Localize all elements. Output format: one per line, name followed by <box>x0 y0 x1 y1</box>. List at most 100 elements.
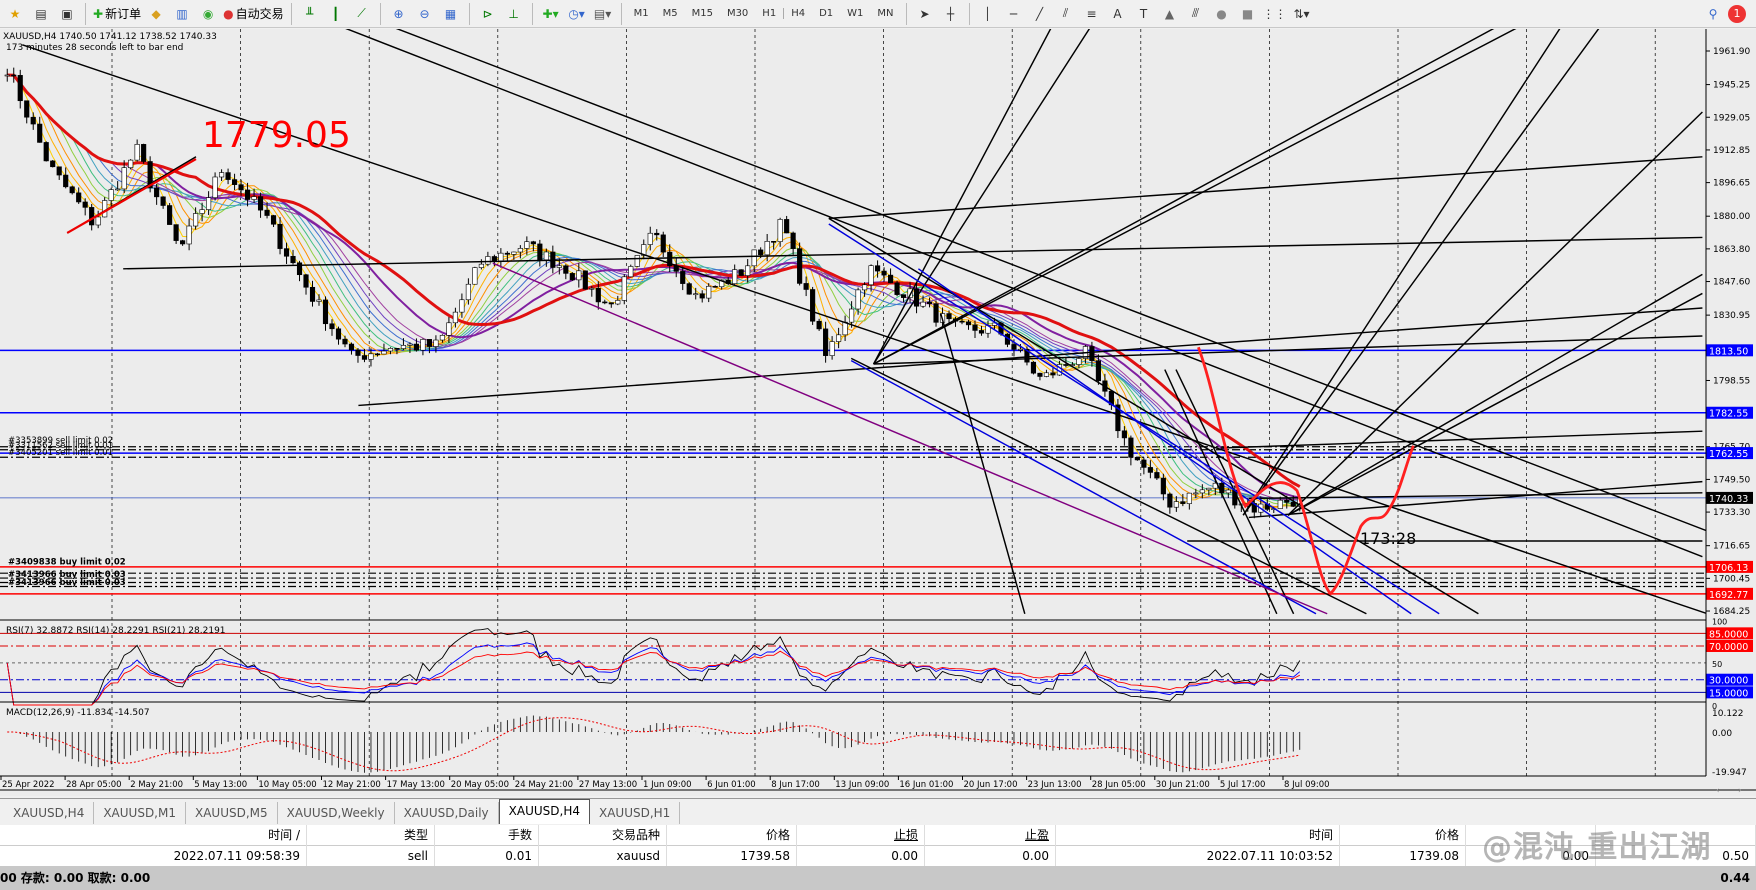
trendline[interactable] <box>828 156 1703 220</box>
price-annotation[interactable]: 1779.05 <box>202 115 351 156</box>
forecast-curve[interactable] <box>1197 346 1415 596</box>
candle <box>290 255 296 264</box>
header-current-price[interactable]: 价格 <box>1340 825 1466 846</box>
arrows-icon[interactable]: ⇅▾ <box>1291 3 1313 25</box>
candle <box>771 241 777 243</box>
chart-shift-icon[interactable]: ⊥ <box>503 3 525 25</box>
candle <box>244 189 251 200</box>
chart-canvas[interactable]: 1779.05 173:28 #3353899 sell limit 0.02#… <box>0 29 1756 796</box>
candles <box>4 67 1303 519</box>
tab-xauusd-h4[interactable]: XAUUSD,H4 <box>4 802 95 824</box>
header-type[interactable]: 类型 <box>307 825 435 846</box>
tile-windows-icon[interactable]: ▦ <box>440 3 462 25</box>
horizontal-line-icon[interactable]: ─ <box>1003 3 1025 25</box>
candle <box>420 339 426 351</box>
trendline[interactable] <box>336 29 1703 558</box>
header-symbol[interactable]: 交易品种 <box>539 825 667 846</box>
zoom-out-icon[interactable]: ⊖ <box>414 3 436 25</box>
toolbar: ★ ▤ ▣ ✚ 新订单 ◆ ▥ ◉ ● 自动交易 ╨ ┃ ⟋ ⊕ ⊖ ▦ ⊳ ⊥ ✚… <box>0 0 1756 28</box>
rectangle-icon[interactable]: ■ <box>1237 3 1259 25</box>
auto-trading-button[interactable]: ● 自动交易 <box>223 3 284 25</box>
navigator-icon[interactable]: ▤ <box>30 3 52 25</box>
trendline[interactable] <box>828 217 1479 615</box>
trendline[interactable] <box>1287 292 1703 516</box>
price-tag-label: 1813.50 <box>1709 346 1748 357</box>
tab-xauusd-m1[interactable]: XAUUSD,M1 <box>94 802 186 824</box>
scroll-left-icon[interactable]: ‹ <box>1716 786 1720 796</box>
indicators-icon[interactable]: ✚▾ <box>540 3 562 25</box>
templates-icon[interactable]: ▤▾ <box>592 3 614 25</box>
header-stop-loss[interactable]: 止损 <box>797 825 925 846</box>
order-label[interactable]: #3409838 buy limit 0.02 <box>8 558 126 568</box>
trendline[interactable] <box>873 29 1524 365</box>
scroll-right-icon[interactable]: › <box>1738 786 1742 796</box>
tab-xauusd-h1[interactable]: XAUUSD,H1 <box>590 802 681 824</box>
price-tick-label: 1716.65 <box>1713 542 1750 552</box>
autoscroll-icon[interactable]: ⊳ <box>477 3 499 25</box>
metaeditor-icon[interactable]: ◆ <box>145 3 167 25</box>
timeframe-m5[interactable]: M5 <box>656 8 685 19</box>
candle <box>654 232 660 236</box>
trendline[interactable] <box>873 29 1501 365</box>
equidistant-channel-icon[interactable]: ⫽ <box>1055 3 1077 25</box>
trendline[interactable] <box>123 236 1703 270</box>
crosshair-icon[interactable]: ┼ <box>940 3 962 25</box>
fibonacci-icon[interactable]: ≡ <box>1081 3 1103 25</box>
timeframe-d1[interactable]: D1 <box>812 8 840 19</box>
notification-badge[interactable]: 1 <box>1728 4 1746 23</box>
zoom-in-icon[interactable]: ⊕ <box>388 3 410 25</box>
order-label[interactable]: #3413966 buy limit 0.03 <box>8 578 126 588</box>
purple-trendline[interactable] <box>492 262 1328 615</box>
vertical-line-icon[interactable]: │ <box>977 3 999 25</box>
star-icon[interactable]: ★ <box>4 3 26 25</box>
tab-xauusd-weekly[interactable]: XAUUSD,Weekly <box>278 802 395 824</box>
header-close-time[interactable]: 时间 <box>1056 825 1340 846</box>
text-label-icon[interactable]: T <box>1133 3 1155 25</box>
tab-xauusd-m5[interactable]: XAUUSD,M5 <box>186 802 278 824</box>
text-icon[interactable]: A <box>1107 3 1129 25</box>
candlestick-icon[interactable]: ┃ <box>325 3 347 25</box>
time-tick-label: 28 Apr 05:00 <box>66 780 121 790</box>
candle <box>660 234 666 253</box>
timer-annotation[interactable]: 173:28 <box>1360 529 1416 548</box>
signals-icon[interactable]: ◉ <box>197 3 219 25</box>
timeframe-h1[interactable]: H1 <box>755 8 783 19</box>
triangle-icon[interactable]: ▲ <box>1159 3 1181 25</box>
header-price[interactable]: 价格 <box>667 825 797 846</box>
timeframe-m15[interactable]: M15 <box>685 8 720 19</box>
periods-clock-icon[interactable]: ◷▾ <box>566 3 588 25</box>
trendline[interactable] <box>386 29 1730 540</box>
ellipse-icon[interactable]: ● <box>1211 3 1233 25</box>
cursor-icon[interactable]: ➤ <box>914 3 936 25</box>
terminal-icon[interactable]: ▣ <box>56 3 78 25</box>
blue-channel-line[interactable] <box>917 268 1412 615</box>
separator <box>968 2 970 25</box>
new-order-button[interactable]: ✚ 新订单 <box>93 3 141 25</box>
timeframe-m30[interactable]: M30 <box>720 8 755 19</box>
order-label[interactable]: #3405201 sell limit 0.01 <box>8 448 113 458</box>
trendline-icon[interactable]: ╱ <box>1029 3 1051 25</box>
search-icon[interactable]: ⚲ <box>1702 3 1724 25</box>
header-time[interactable]: 时间 / <box>0 825 307 846</box>
trendline[interactable] <box>1242 29 1601 516</box>
candle <box>764 241 770 256</box>
fibo-grid-icon[interactable]: ⋮⋮ <box>1263 3 1287 25</box>
bar-chart-icon[interactable]: ╨ <box>299 3 321 25</box>
timeframe-mn[interactable]: MN <box>870 8 900 19</box>
tab-xauusd-daily[interactable]: XAUUSD,Daily <box>395 802 499 824</box>
candle <box>608 302 614 305</box>
trendline[interactable] <box>1287 111 1703 516</box>
market-icon[interactable]: ▥ <box>171 3 193 25</box>
chart-window[interactable]: 1779.05 173:28 #3353899 sell limit 0.02 #… <box>0 29 1756 796</box>
fibo-fan-icon[interactable]: ⫻ <box>1185 3 1207 25</box>
tab-xauusd-h4[interactable]: XAUUSD,H4 <box>498 799 590 824</box>
timeframe-m1[interactable]: M1 <box>627 8 656 19</box>
blue-channel-line[interactable] <box>850 360 1317 615</box>
candle <box>82 201 88 208</box>
header-volume[interactable]: 手数 <box>435 825 539 846</box>
line-chart-icon[interactable]: ⟋ <box>351 3 373 25</box>
header-take-profit[interactable]: 止盈 <box>925 825 1056 846</box>
timeframe-h4[interactable]: H4 <box>783 8 812 19</box>
timeframe-w1[interactable]: W1 <box>840 8 870 19</box>
price-tag-label: 1782.55 <box>1709 409 1748 420</box>
